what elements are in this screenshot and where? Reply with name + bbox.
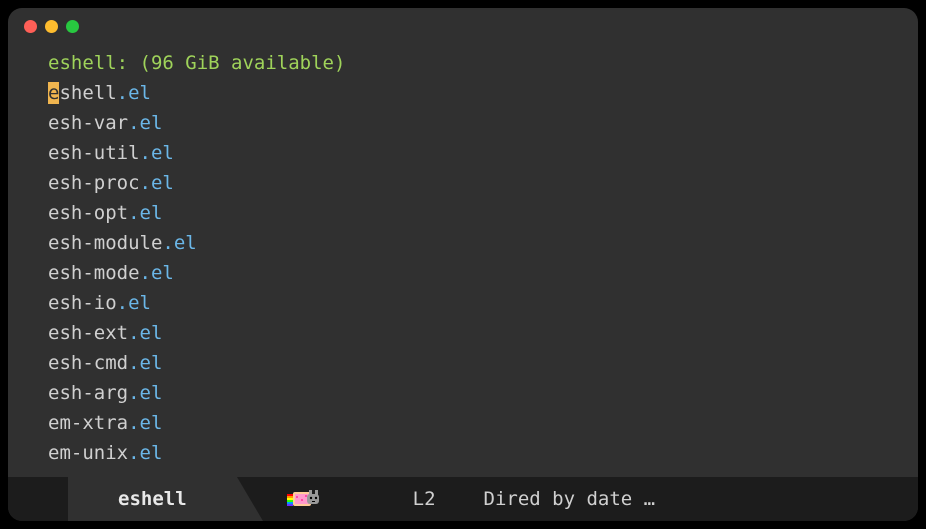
buffer-name: eshell <box>118 488 187 510</box>
close-icon[interactable] <box>24 20 37 33</box>
file-extension: .el <box>162 232 196 254</box>
file-entry[interactable]: esh-mode.el <box>48 258 918 288</box>
minimize-icon[interactable] <box>45 20 58 33</box>
file-basename: em-xtra <box>48 412 128 434</box>
file-extension: .el <box>128 112 162 134</box>
major-mode: Dired by date … <box>484 488 656 510</box>
file-extension: .el <box>128 382 162 404</box>
file-entry[interactable]: esh-opt.el <box>48 198 918 228</box>
file-extension: .el <box>128 412 162 434</box>
file-extension: .el <box>140 142 174 164</box>
cursor: e <box>48 82 59 104</box>
file-entry[interactable]: em-unix.el <box>48 438 918 468</box>
file-extension: .el <box>128 352 162 374</box>
zoom-icon[interactable] <box>66 20 79 33</box>
file-basename: em-unix <box>48 442 128 464</box>
file-extension: .el <box>117 292 151 314</box>
file-basename: shell <box>59 82 116 104</box>
file-entry[interactable]: esh-proc.el <box>48 168 918 198</box>
titlebar <box>8 8 918 44</box>
file-basename: esh-var <box>48 112 128 134</box>
file-basename: esh-arg <box>48 382 128 404</box>
file-entry[interactable]: esh-var.el <box>48 108 918 138</box>
file-basename: esh-util <box>48 142 140 164</box>
file-extension: .el <box>128 322 162 344</box>
file-basename: esh-module <box>48 232 162 254</box>
file-entry[interactable]: esh-ext.el <box>48 318 918 348</box>
file-entry[interactable]: esh-module.el <box>48 228 918 258</box>
file-entry[interactable]: esh-util.el <box>48 138 918 168</box>
file-basename: esh-cmd <box>48 352 128 374</box>
file-entry[interactable]: esh-io.el <box>48 288 918 318</box>
file-list: eshell.elesh-var.elesh-util.elesh-proc.e… <box>48 78 918 468</box>
file-extension: .el <box>140 262 174 284</box>
dired-buffer[interactable]: eshell: (96 GiB available) eshell.elesh-… <box>8 44 918 477</box>
file-basename: esh-opt <box>48 202 128 224</box>
file-basename: esh-ext <box>48 322 128 344</box>
modeline: eshell L2 <box>8 477 918 521</box>
file-entry[interactable]: esh-arg.el <box>48 378 918 408</box>
nyan-cat-icon <box>287 488 323 510</box>
file-extension: .el <box>128 202 162 224</box>
dired-header: eshell: (96 GiB available) <box>48 48 918 78</box>
emacs-window: eshell: (96 GiB available) eshell.elesh-… <box>8 8 918 521</box>
file-basename: esh-proc <box>48 172 140 194</box>
file-entry[interactable]: eshell.el <box>48 78 918 108</box>
file-extension: .el <box>117 82 151 104</box>
file-entry[interactable]: esh-cmd.el <box>48 348 918 378</box>
file-extension: .el <box>140 172 174 194</box>
modeline-tab[interactable]: eshell <box>68 477 237 521</box>
line-number: L2 <box>413 488 436 510</box>
file-basename: esh-io <box>48 292 117 314</box>
file-extension: .el <box>128 442 162 464</box>
file-basename: esh-mode <box>48 262 140 284</box>
file-entry[interactable]: em-xtra.el <box>48 408 918 438</box>
